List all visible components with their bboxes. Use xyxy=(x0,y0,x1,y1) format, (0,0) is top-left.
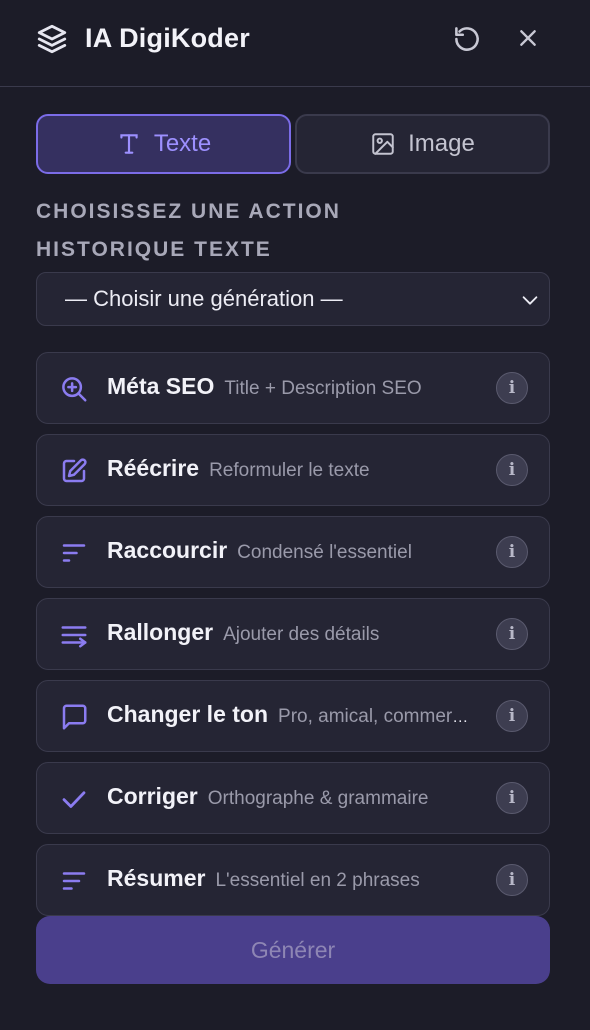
history-select-value: — Choisir une génération — xyxy=(65,286,343,311)
info-icon[interactable]: i xyxy=(496,782,528,814)
action-title: Raccourcir xyxy=(107,537,228,563)
check-icon xyxy=(62,791,86,808)
wrap-lines-icon xyxy=(61,626,87,648)
tab-texte-label: Texte xyxy=(153,130,212,157)
action-meta-seo[interactable]: Méta SEO Title + Description SEO i xyxy=(36,352,550,424)
action-title: Rallonger xyxy=(107,619,214,645)
refresh-icon[interactable] xyxy=(450,22,484,56)
action-description: Pro, amical, commercial… xyxy=(278,706,471,727)
history-heading: HISTORIQUE TEXTE xyxy=(36,238,272,261)
layers-icon xyxy=(37,24,67,54)
action-raccourcir[interactable]: Raccourcir Condensé l'essentiel i xyxy=(36,516,550,588)
tab-image[interactable]: Image xyxy=(295,114,550,174)
tab-texte[interactable]: Texte xyxy=(36,114,291,174)
choose-action-heading: CHOISISSEZ UNE ACTION xyxy=(36,200,341,223)
action-resumer[interactable]: Résumer L'essentiel en 2 phrases i xyxy=(36,844,550,916)
action-description: Orthographe & grammaire xyxy=(207,788,429,809)
action-title: Résumer xyxy=(107,865,206,891)
text-type-icon xyxy=(120,134,138,154)
action-title: Changer le ton xyxy=(107,701,269,727)
summary-lines-icon xyxy=(62,872,86,890)
edit-icon xyxy=(62,458,87,483)
tab-image-label: Image xyxy=(408,130,475,157)
search-zoom-icon xyxy=(62,377,87,402)
info-icon[interactable]: i xyxy=(496,864,528,896)
chat-bubble-icon xyxy=(62,704,87,730)
action-rallonger[interactable]: Rallonger Ajouter des détails i xyxy=(36,598,550,670)
app-title: IA DigiKoder xyxy=(85,23,250,53)
panel-header: IA DigiKoder xyxy=(0,0,590,87)
action-description: Reformuler le texte xyxy=(209,460,370,481)
action-description: Ajouter des détails xyxy=(223,624,380,645)
action-title: Méta SEO xyxy=(107,373,215,399)
short-lines-icon xyxy=(62,544,86,562)
action-description: Condensé l'essentiel xyxy=(237,542,412,563)
info-icon[interactable]: i xyxy=(496,618,528,650)
chevron-down-icon xyxy=(522,296,538,305)
generate-button[interactable]: Générer xyxy=(36,916,550,984)
action-title: Corriger xyxy=(107,783,198,809)
action-corriger[interactable]: Corriger Orthographe & grammaire i xyxy=(36,762,550,834)
action-description: L'essentiel en 2 phrases xyxy=(215,870,420,891)
info-icon[interactable]: i xyxy=(496,536,528,568)
action-title: Réécrire xyxy=(107,455,200,481)
info-icon[interactable]: i xyxy=(496,454,528,486)
info-icon[interactable]: i xyxy=(496,372,528,404)
action-changer-le-ton[interactable]: Changer le ton Pro, amical, commercial… i xyxy=(36,680,550,752)
close-icon[interactable] xyxy=(512,22,544,54)
image-icon xyxy=(372,133,394,155)
info-icon[interactable]: i xyxy=(496,700,528,732)
action-description: Title + Description SEO xyxy=(224,378,422,399)
history-select[interactable]: — Choisir une génération — xyxy=(36,272,550,326)
action-reecrire[interactable]: Réécrire Reformuler le texte i xyxy=(36,434,550,506)
